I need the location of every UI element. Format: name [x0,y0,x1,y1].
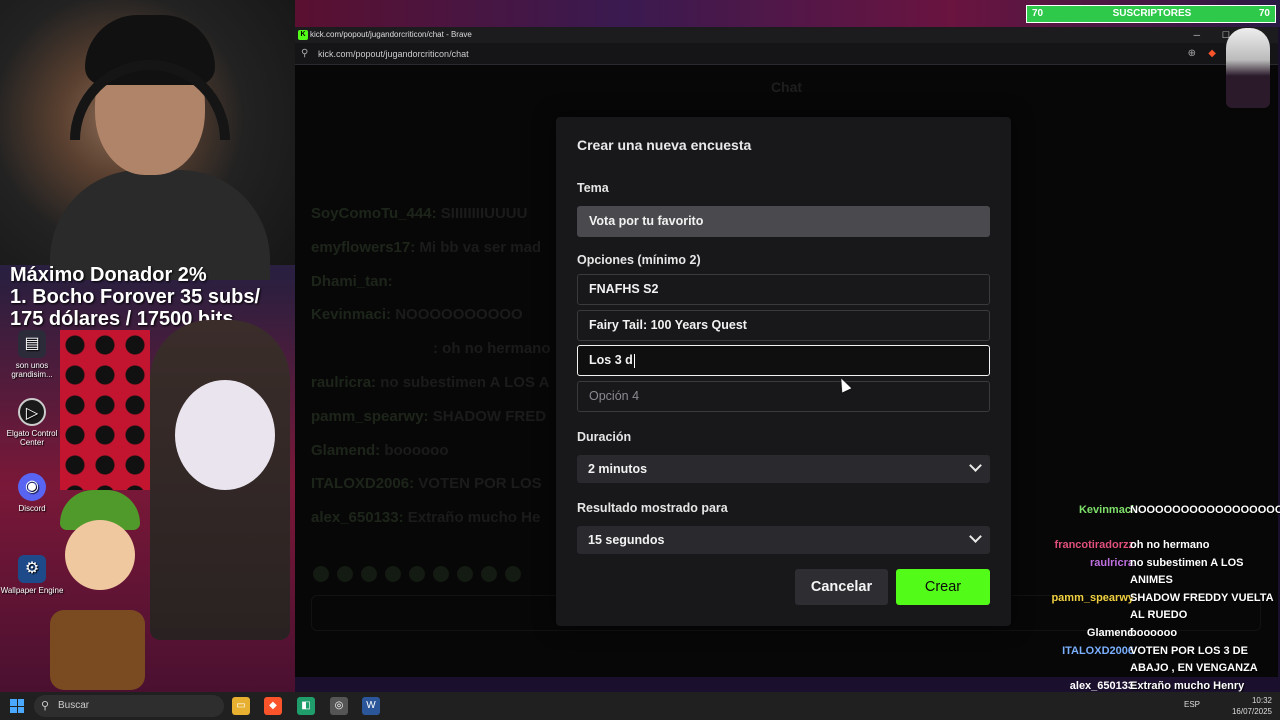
stream-overlay-left: Máximo Donador 2% 1. Bocho Forover 35 su… [0,0,295,692]
anime-character-face [175,380,275,490]
stream-overlay-chat: KevinmaciNOOOOOOOOOOOOOOOOOOOOOOOO franc… [1040,500,1280,709]
browser-titlebar: K kick.com/popout/jugandorcriticon/chat … [295,27,1278,43]
desktop-icon-label: Wallpaper Engine [0,586,64,595]
duration-select[interactable]: 2 minutos [577,455,990,483]
create-button[interactable]: Crear [896,569,990,605]
url-text[interactable]: kick.com/popout/jugandorcriticon/chat [318,43,469,65]
windows-start-icon[interactable] [10,699,24,713]
discord-icon: ◉ [18,473,46,501]
options-label: Opciones (mínimo 2) [577,253,701,267]
word-icon[interactable]: W [362,697,380,715]
overlay-chat-user: ITALOXD2006 [1062,645,1134,657]
overlay-chat-user: pamm_spearwy [1051,592,1134,604]
file-explorer-icon[interactable]: ▭ [232,697,250,715]
overlay-chat-user: Kevinmaci [1078,504,1134,516]
brave-shield-icon[interactable]: ◆ [1208,43,1216,65]
app-icon[interactable]: ◧ [297,697,315,715]
search-icon: ⚲ [41,700,50,712]
taskbar-search-label: Buscar [58,700,90,711]
donor-line: Máximo Donador 2% [10,264,207,286]
chevron-down-icon [969,459,982,472]
window-title: kick.com/popout/jugandorcriticon/chat - … [310,30,472,39]
result-duration-value: 15 segundos [588,533,665,547]
desktop-icon-elgato[interactable]: ▷ Elgato Control Center [0,398,64,447]
desktop-icon-label: Elgato Control Center [6,429,58,447]
overlay-chat-text: boooooo [1130,627,1178,639]
subs-label: SUSCRIPTORES [1112,8,1192,19]
option-3-input[interactable]: Los 3 d [577,345,990,376]
overlay-chat-user: Glamend [1086,627,1134,639]
chevron-down-icon [969,530,982,543]
address-bar[interactable]: ⚲ kick.com/popout/jugandorcriticon/chat … [295,43,1278,65]
folder-icon: ▤ [18,330,46,358]
modal-title: Crear una nueva encuesta [577,137,752,153]
desktop-icon-folder[interactable]: ▤ son unos grandisim... [0,330,64,379]
clock-date: 16/07/2025 [1231,707,1272,716]
create-poll-modal: Crear una nueva encuesta Tema Vota por t… [556,117,1011,626]
result-duration-label: Resultado mostrado para [577,501,728,515]
cancel-button[interactable]: Cancelar [795,569,888,605]
webcam-feed [0,0,295,280]
topic-label: Tema [577,181,609,195]
text-caret [633,353,635,368]
system-clock[interactable]: 10:32 16/07/2025 [1232,695,1272,717]
brave-browser-icon[interactable]: ◆ [264,697,282,715]
overlay-chat-text: VOTEN POR LOS 3 DE ABAJO , EN VENGANZA [1130,645,1258,674]
elgato-icon: ▷ [18,398,46,426]
vtuber-avatar-graphic [1226,28,1270,108]
desktop-icon-label: Discord [18,504,46,513]
clock-time: 10:32 [1251,696,1272,705]
zoom-icon[interactable]: ⊕ [1188,43,1196,65]
overlay-chat-text: no subestimen A LOS ANIMES [1130,557,1244,586]
overlay-chat-text: oh no hermano [1130,539,1210,551]
site-info-icon[interactable]: ⚲ [301,43,308,65]
option-3-text: Los 3 d [589,353,633,367]
desktop-icon-label: son unos grandisim... [11,361,53,379]
taskbar-search[interactable]: ⚲ Buscar [34,695,224,717]
option-1-input[interactable]: FNAFHS S2 [577,274,990,305]
app-icon[interactable]: ◎ [330,697,348,715]
minimize-icon[interactable]: ─ [1194,27,1200,43]
topic-input[interactable]: Vota por tu favorito [577,206,990,237]
option-4-input[interactable]: Opción 4 [577,381,990,412]
wallpaper-engine-icon: ⚙ [18,555,46,583]
language-indicator[interactable]: ESP [1184,700,1200,709]
subs-count-right: 70 [1258,8,1270,19]
top-donor-panel: Máximo Donador 2% 1. Bocho Forover 35 su… [10,264,290,330]
overlay-chat-text: NOOOOOOOOOOOOOOOOOOOOOOOO [1130,504,1280,516]
windows-taskbar: ⚲ Buscar ▭ ◆ ◧ ◎ W ESP 10:32 16/07/2025 [0,692,1280,720]
donor-line: 1. Bocho Forover 35 subs/ [10,286,261,308]
desktop-icon-wallpaper-engine[interactable]: ⚙ Wallpaper Engine [0,555,64,595]
overlay-chat-user: raulricra [1089,557,1134,569]
result-duration-select[interactable]: 15 segundos [577,526,990,554]
subscriber-goal-bar: 70 SUSCRIPTORES 70 [1026,5,1276,23]
overlay-chat-user: francotiradorzz [1054,539,1134,551]
duration-label: Duración [577,430,632,444]
option-2-input[interactable]: Fairy Tail: 100 Years Quest [577,310,990,341]
desktop-icon-discord[interactable]: ◉ Discord [0,473,64,513]
polka-dot-graphic [60,330,150,490]
kick-favicon-icon: K [298,30,308,40]
duration-value: 2 minutos [588,462,648,476]
overlay-chat-text: SHADOW FREDDY VUELTA AL RUEDO [1130,592,1274,621]
